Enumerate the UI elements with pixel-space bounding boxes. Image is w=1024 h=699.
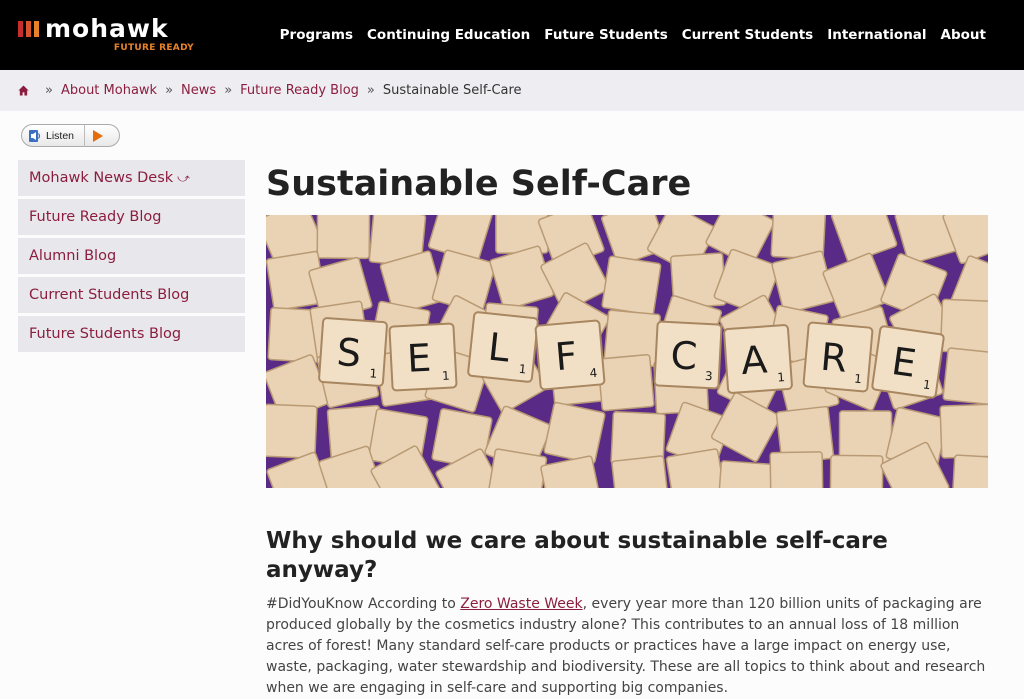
section-heading: Why should we care about sustainable sel… — [266, 528, 888, 583]
breadcrumb-current: Sustainable Self-Care — [382, 83, 522, 98]
wood-tile — [829, 454, 884, 488]
wood-tile — [266, 403, 318, 459]
logo-tagline: FUTURE READY — [113, 42, 194, 53]
wood-tile — [543, 401, 606, 465]
wood-tile — [939, 403, 988, 459]
sidebar-item-future-students-blog[interactable]: Future Students Blog — [18, 316, 245, 352]
sidebar-item-current-students-blog[interactable]: Current Students Blog — [18, 277, 245, 313]
sidebar-item-mohawk-news-desk[interactable]: Mohawk News Desk ⤻ — [18, 160, 245, 196]
listen-button[interactable]: Listen — [21, 124, 120, 147]
nav-future-students[interactable]: Future Students — [544, 27, 667, 43]
tile-score: 4 — [589, 366, 598, 381]
nav-about[interactable]: About — [941, 27, 986, 43]
play-icon[interactable] — [93, 129, 104, 142]
breadcrumb-future-ready-blog[interactable]: Future Ready Blog — [240, 83, 359, 98]
tile-score: 1 — [369, 366, 378, 380]
logo-bars-icon — [18, 20, 39, 37]
wood-tile — [717, 460, 774, 488]
tile-letter: A — [740, 337, 769, 383]
hero-image: S1E1L1F4C3A1R1E1 — [266, 215, 988, 488]
letter-tile-e: E1 — [871, 325, 945, 399]
tile-score: 1 — [518, 362, 527, 377]
mohawk-logo[interactable]: mohawk FUTURE READY — [18, 13, 198, 53]
wood-tile — [601, 255, 662, 316]
wood-tile — [769, 451, 824, 488]
tile-letter: F — [553, 333, 579, 379]
tile-score: 1 — [442, 369, 450, 383]
breadcrumb-about-mohawk[interactable]: About Mohawk — [61, 83, 157, 98]
breadcrumb-separator: » — [165, 83, 174, 98]
tile-letter: E — [406, 336, 432, 381]
site-header: mohawk FUTURE READY Programs Continuing … — [0, 0, 1024, 70]
nav-continuing-education[interactable]: Continuing Education — [367, 27, 530, 43]
nav-programs[interactable]: Programs — [280, 27, 353, 43]
breadcrumb-separator: » — [224, 83, 233, 98]
sidebar-item-alumni-blog[interactable]: Alumni Blog — [18, 238, 245, 274]
home-icon[interactable] — [18, 85, 29, 96]
breadcrumb: » About Mohawk » News » Future Ready Blo… — [0, 70, 1024, 111]
wood-tile — [939, 298, 988, 354]
sidebar-item-label: Mohawk News Desk — [29, 170, 174, 186]
letter-tile-l: L1 — [467, 311, 539, 383]
main-nav: Programs Continuing Education Future Stu… — [280, 27, 986, 43]
wood-tile — [540, 455, 603, 488]
tile-letter: C — [670, 333, 699, 378]
letter-tile-s: S1 — [318, 317, 388, 387]
zero-waste-week-link[interactable]: Zero Waste Week — [460, 596, 582, 612]
wood-tile — [597, 353, 655, 412]
nav-international[interactable]: International — [827, 27, 926, 43]
breadcrumb-separator: » — [45, 83, 53, 98]
breadcrumb-separator: » — [366, 83, 375, 98]
speaker-icon — [29, 129, 41, 142]
breadcrumb-news[interactable]: News — [181, 83, 216, 98]
nav-current-students[interactable]: Current Students — [682, 27, 813, 43]
wood-tile — [489, 245, 555, 311]
letter-tile-r: R1 — [802, 321, 874, 393]
wood-tile — [711, 392, 781, 462]
page-title: Sustainable Self-Care — [266, 164, 692, 204]
sidebar: Mohawk News Desk ⤻ Future Ready Blog Alum… — [18, 160, 245, 355]
letter-tile-a: A1 — [723, 324, 793, 394]
tile-score: 1 — [854, 372, 863, 387]
tile-letter: R — [819, 335, 849, 381]
external-link-icon: ⤻ — [177, 171, 190, 185]
scrabble-tiles-image: S 1 E 1L 1 F 4 C 3 A 1 R 1 E 1 — [266, 215, 988, 488]
letter-tile-c: C3 — [653, 320, 723, 390]
wood-tile — [611, 455, 670, 488]
listen-label: Listen — [46, 129, 75, 142]
tile-letter: S — [335, 330, 362, 376]
tile-score: 1 — [777, 370, 786, 384]
article-paragraph: #DidYouKnow According to Zero Waste Week… — [266, 594, 988, 699]
letter-tile-e: E1 — [388, 322, 458, 392]
letter-tile-f: F4 — [534, 319, 606, 391]
logo-wordmark: mohawk — [45, 13, 169, 43]
wood-tile — [942, 347, 988, 406]
listen-divider — [84, 124, 86, 147]
sidebar-item-future-ready-blog[interactable]: Future Ready Blog — [18, 199, 245, 235]
wood-tile — [951, 454, 988, 488]
wood-tile — [316, 215, 371, 260]
paragraph-text: #DidYouKnow According to — [266, 596, 461, 612]
wood-tile — [771, 250, 835, 314]
tile-score: 3 — [705, 369, 713, 383]
article: Sustainable Self-Care S1E1L1F4C3A1R1E1 W… — [266, 160, 988, 699]
